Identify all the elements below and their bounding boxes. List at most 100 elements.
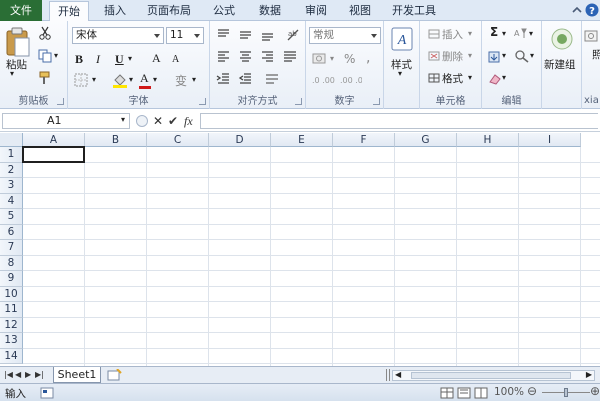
last-sheet-button[interactable]: ▶|: [35, 370, 44, 379]
underline-button[interactable]: U: [115, 52, 124, 67]
format-cells-button[interactable]: 格式: [442, 71, 463, 86]
bold-button[interactable]: B: [75, 52, 83, 67]
grow-font-button[interactable]: A: [152, 51, 161, 66]
copy-dropdown-arrow[interactable]: ▾: [54, 51, 58, 60]
insert-cells-button[interactable]: 插入: [442, 27, 463, 42]
border-icon[interactable]: [74, 73, 90, 87]
row-header[interactable]: 10: [0, 286, 23, 302]
vertical-align-icons[interactable]: [216, 28, 296, 42]
number-format-dropdown[interactable]: 常规: [309, 27, 381, 44]
row-header[interactable]: 11: [0, 302, 23, 318]
font-color-dropdown-arrow[interactable]: ▾: [153, 75, 157, 84]
insert-cells-icon[interactable]: [428, 29, 440, 39]
fill-dropdown-arrow[interactable]: ▾: [502, 51, 506, 60]
minimize-ribbon-icon[interactable]: [570, 3, 584, 17]
text-orientation-icon[interactable]: ab: [286, 28, 300, 42]
copy-icon[interactable]: [38, 49, 52, 63]
column-header[interactable]: A: [23, 133, 85, 147]
delete-cells-icon[interactable]: [428, 51, 440, 61]
photo-icon[interactable]: [584, 29, 598, 43]
column-header[interactable]: E: [271, 133, 333, 147]
autosum-button[interactable]: Σ: [490, 25, 498, 39]
column-header[interactable]: D: [209, 133, 271, 147]
comma-style-button[interactable]: ,: [366, 50, 370, 66]
phonetic-button[interactable]: 变: [175, 72, 187, 89]
accounting-format-icon[interactable]: [312, 52, 328, 66]
tab-home[interactable]: 开始: [49, 1, 89, 22]
styles-icon[interactable]: A: [391, 27, 413, 51]
help-icon[interactable]: ?: [585, 3, 599, 17]
first-sheet-button[interactable]: |◀: [4, 370, 13, 379]
paste-icon[interactable]: [5, 27, 31, 59]
tab-file[interactable]: 文件: [0, 0, 42, 21]
active-cell-a1[interactable]: [22, 146, 85, 163]
sort-dropdown-arrow[interactable]: ▾: [529, 29, 533, 38]
insert-dropdown-arrow[interactable]: ▾: [468, 29, 472, 38]
sort-filter-icon[interactable]: A: [514, 27, 528, 39]
column-header[interactable]: F: [333, 133, 395, 147]
next-sheet-button[interactable]: ▶: [25, 370, 31, 379]
name-box-dropdown-icon[interactable]: ▾: [121, 115, 125, 124]
cut-icon[interactable]: [38, 26, 52, 40]
tab-split-handle[interactable]: [386, 369, 390, 381]
paste-dropdown-arrow[interactable]: ▾: [10, 69, 14, 78]
row-header[interactable]: 5: [0, 209, 23, 225]
scroll-thumb[interactable]: [411, 372, 571, 379]
macro-record-icon[interactable]: [40, 387, 54, 399]
zoom-in-button[interactable]: ⊕: [590, 384, 600, 398]
format-dropdown-arrow[interactable]: ▾: [468, 73, 472, 82]
column-header[interactable]: G: [395, 133, 457, 147]
alignment-launcher-icon[interactable]: [295, 98, 302, 105]
clear-dropdown-arrow[interactable]: ▾: [502, 73, 506, 82]
delete-cells-button[interactable]: 删除: [442, 49, 463, 64]
styles-dropdown-arrow[interactable]: ▾: [398, 69, 402, 78]
scroll-right-arrow[interactable]: ▶: [586, 370, 592, 379]
row-header[interactable]: 14: [0, 348, 23, 364]
fill-color-dropdown-arrow[interactable]: ▾: [129, 75, 133, 84]
font-name-dropdown[interactable]: 宋体: [72, 27, 164, 44]
row-header[interactable]: 12: [0, 317, 23, 333]
indent-and-wrap-icons[interactable]: [216, 72, 300, 86]
row-header[interactable]: 9: [0, 271, 23, 287]
tab-data[interactable]: 数据: [250, 0, 290, 21]
new-group-icon[interactable]: [550, 27, 574, 51]
scroll-left-arrow[interactable]: ◀: [395, 370, 401, 379]
row-header[interactable]: 8: [0, 255, 23, 271]
sheet-tab-sheet1[interactable]: Sheet1: [53, 367, 101, 383]
delete-dropdown-arrow[interactable]: ▾: [468, 51, 472, 60]
font-launcher-icon[interactable]: [199, 98, 206, 105]
accounting-dropdown-arrow[interactable]: ▾: [330, 54, 334, 63]
shrink-font-button[interactable]: A: [172, 54, 179, 65]
new-group-label[interactable]: 新建组: [544, 57, 576, 72]
formula-bar-grip-icon[interactable]: [134, 114, 150, 128]
row-header[interactable]: 6: [0, 224, 23, 240]
column-header[interactable]: I: [519, 133, 581, 147]
italic-button[interactable]: I: [96, 52, 100, 67]
name-box[interactable]: A1: [2, 113, 130, 129]
font-color-button[interactable]: A: [140, 71, 149, 86]
horizontal-scrollbar[interactable]: ◀ ▶: [392, 370, 595, 381]
fill-color-icon[interactable]: [112, 72, 128, 88]
tab-developer[interactable]: 开发工具: [384, 0, 444, 21]
font-size-dropdown[interactable]: 11: [166, 27, 204, 44]
photo-label[interactable]: 照: [592, 47, 600, 62]
row-header[interactable]: 4: [0, 193, 23, 209]
prev-sheet-button[interactable]: ◀: [15, 370, 21, 379]
column-header[interactable]: C: [147, 133, 209, 147]
insert-sheet-icon[interactable]: [107, 369, 123, 381]
phonetic-dropdown-arrow[interactable]: ▾: [192, 75, 196, 84]
horizontal-align-icons[interactable]: [216, 50, 300, 64]
row-header[interactable]: 2: [0, 162, 23, 178]
find-select-icon[interactable]: [514, 49, 530, 63]
zoom-out-button[interactable]: ⊖: [527, 384, 537, 398]
zoom-level[interactable]: 100%: [494, 386, 524, 398]
underline-dropdown-arrow[interactable]: ▾: [128, 54, 132, 63]
insert-function-button[interactable]: fx: [184, 113, 193, 129]
format-cells-icon[interactable]: [428, 73, 440, 83]
format-painter-icon[interactable]: [38, 71, 52, 85]
worksheet-grid[interactable]: ABCDEFGHI 1 2 3 4 5 6 7 8 9 10 11 12 13 14: [0, 133, 600, 366]
column-header[interactable]: H: [457, 133, 519, 147]
tab-page-layout[interactable]: 页面布局: [140, 0, 198, 21]
number-launcher-icon[interactable]: [373, 98, 380, 105]
border-dropdown-arrow[interactable]: ▾: [92, 75, 96, 84]
